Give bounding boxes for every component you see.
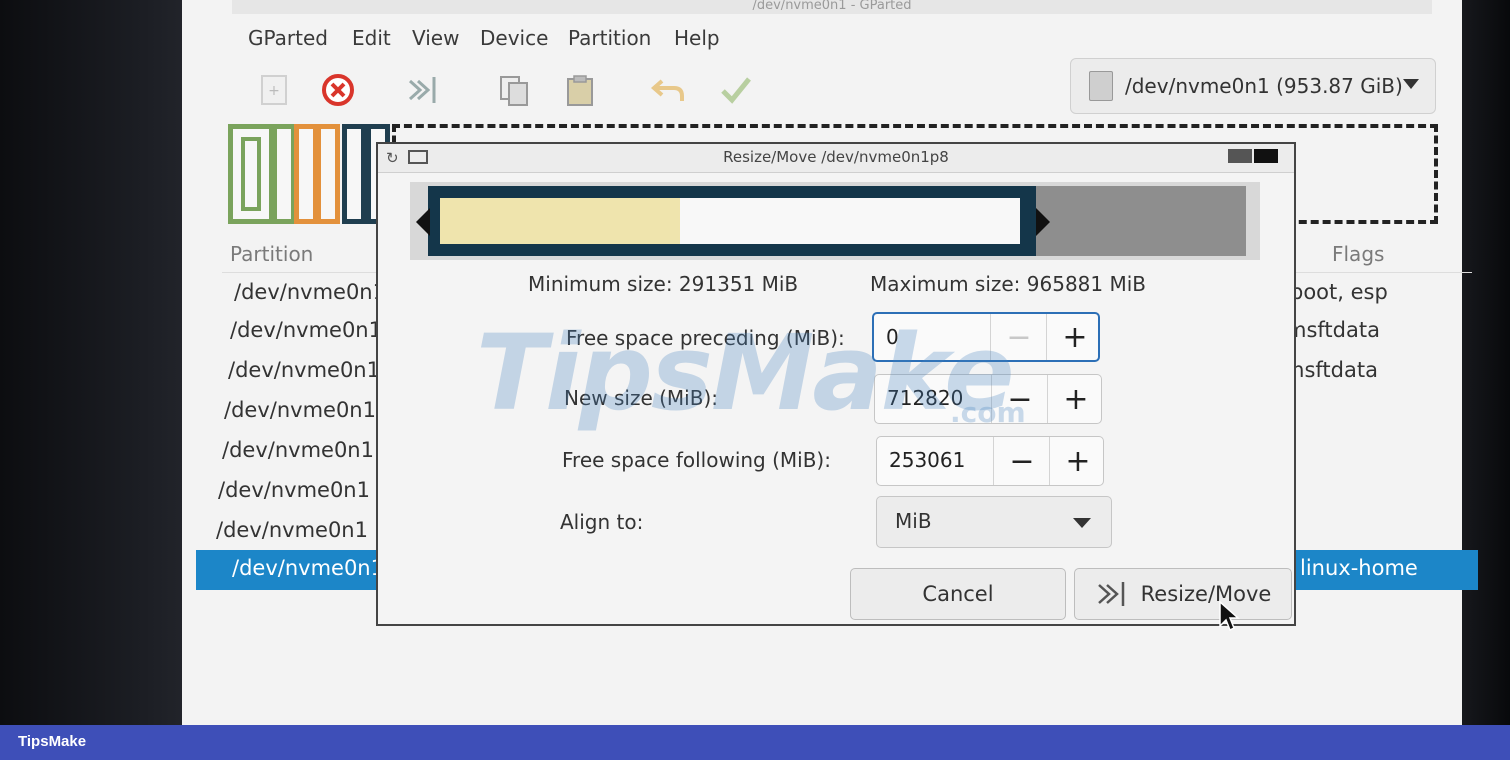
dialog-title: Resize/Move /dev/nvme0n1p8 (723, 148, 949, 166)
plus-icon[interactable]: + (1049, 437, 1106, 485)
partition-block[interactable] (342, 124, 366, 224)
chevron-down-icon (1403, 79, 1419, 89)
left-resize-handle[interactable] (416, 208, 430, 236)
watermark-suffix: .com (950, 396, 1026, 429)
menu-device[interactable]: Device (480, 26, 548, 50)
copy-icon[interactable] (494, 70, 534, 110)
window-controls (1228, 149, 1280, 163)
minimum-size-label: Minimum size: 291351 MiB (528, 272, 799, 296)
free-space-following-bar (1036, 186, 1246, 256)
menu-partition[interactable]: Partition (568, 26, 651, 50)
partition-block[interactable] (316, 124, 340, 224)
menu-gparted[interactable]: GParted (248, 26, 328, 50)
maximum-size-label: Maximum size: 965881 MiB (870, 272, 1147, 296)
new-partition-icon[interactable]: + (254, 70, 294, 110)
right-resize-handle[interactable] (1036, 208, 1050, 236)
device-selector-label: /dev/nvme0n1 (953.87 GiB) (1125, 74, 1403, 98)
column-header-partition[interactable]: Partition (230, 242, 313, 266)
minus-icon[interactable]: − (993, 437, 1050, 485)
photo-frame: /dev/nvme0n1 - GParted GParted Edit View… (0, 0, 1510, 760)
menu-help[interactable]: Help (674, 26, 720, 50)
resize-move-icon (1097, 582, 1124, 606)
unused-space (680, 198, 1020, 244)
plus-icon[interactable]: + (1047, 375, 1104, 423)
minimize-icon[interactable] (1228, 149, 1252, 163)
menubar: GParted Edit View Device Partition Help (232, 14, 1452, 62)
disk-icon (1089, 71, 1113, 101)
free-space-following-spinner[interactable]: 253061 − + (876, 436, 1104, 486)
delete-partition-icon[interactable] (318, 70, 358, 110)
resize-slider-track[interactable] (410, 182, 1260, 260)
partition-block[interactable] (272, 124, 296, 224)
undo-icon[interactable] (648, 70, 688, 110)
used-space (440, 198, 680, 244)
device-selector[interactable]: /dev/nvme0n1 (953.87 GiB) (1070, 58, 1436, 114)
resize-move-icon[interactable] (404, 70, 444, 110)
plus-icon[interactable]: + (1046, 314, 1103, 360)
align-to-value: MiB (895, 509, 932, 533)
menu-view[interactable]: View (412, 26, 459, 50)
free-space-following-input[interactable]: 253061 (889, 448, 965, 472)
svg-text:+: + (268, 83, 280, 99)
paste-icon[interactable] (560, 70, 600, 110)
footer-bar: TipsMake (0, 725, 1510, 760)
partition-block[interactable] (294, 124, 318, 224)
cancel-button-label: Cancel (922, 582, 994, 606)
chevron-down-icon (1073, 518, 1091, 528)
apply-icon[interactable] (716, 70, 756, 110)
column-header-flags[interactable]: Flags (1332, 242, 1384, 266)
dialog-titlebar: ↻ Resize/Move /dev/nvme0n1p8 (378, 144, 1294, 173)
menu-edit[interactable]: Edit (352, 26, 391, 50)
partition-bar[interactable] (428, 186, 1036, 256)
resize-move-button-label: Resize/Move (1140, 582, 1272, 606)
footer-brand: TipsMake (18, 733, 87, 750)
close-icon[interactable] (1254, 149, 1278, 163)
mouse-cursor-icon (1219, 600, 1240, 632)
cancel-button[interactable]: Cancel (850, 568, 1066, 620)
free-space-following-label: Free space following (MiB): (562, 448, 831, 472)
partition-block[interactable] (228, 124, 274, 224)
window-title: /dev/nvme0n1 - GParted (232, 0, 1432, 14)
resize-move-button[interactable]: Resize/Move (1074, 568, 1292, 620)
align-to-combobox[interactable]: MiB (876, 496, 1112, 548)
align-to-label: Align to: (560, 510, 644, 534)
